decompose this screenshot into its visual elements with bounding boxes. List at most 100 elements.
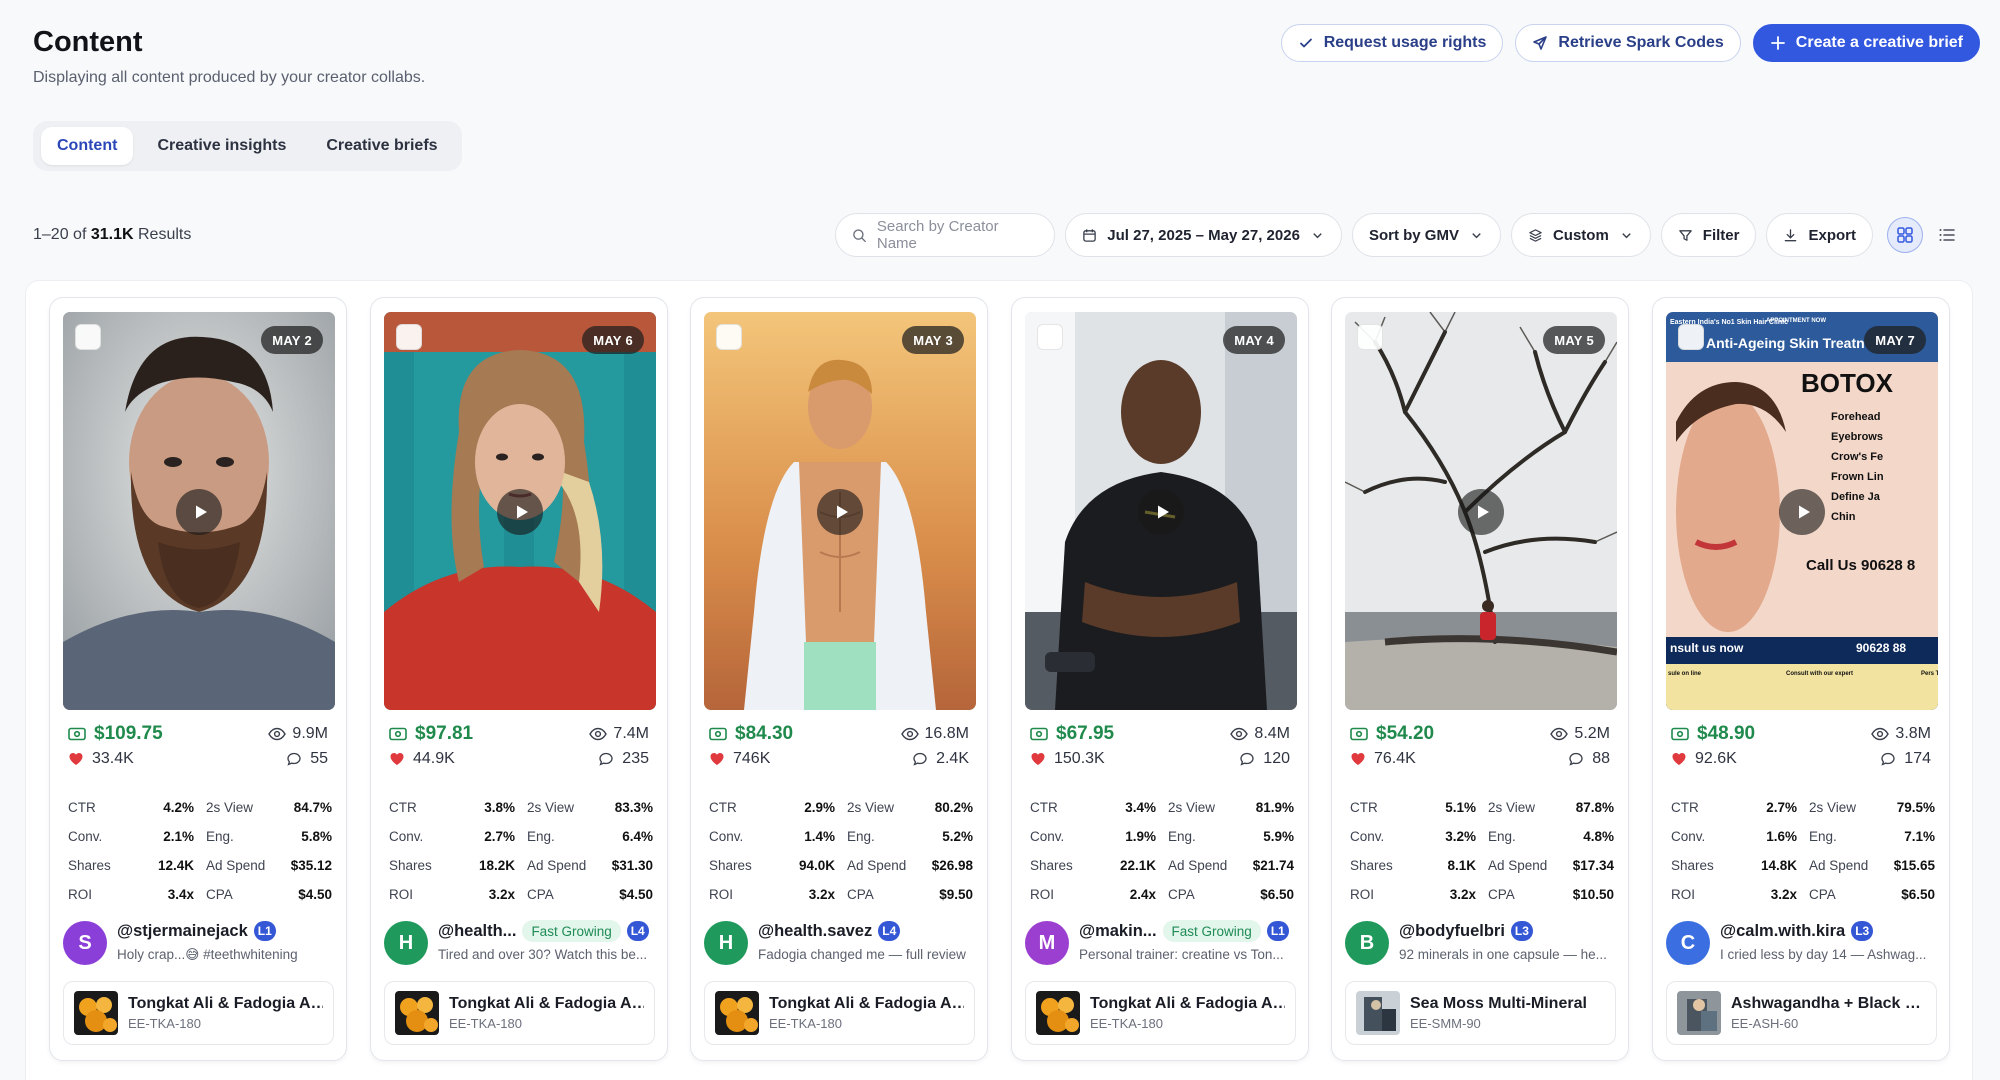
eye-icon <box>268 727 287 741</box>
handle-line: @health... Fast Growing L4 <box>438 919 655 943</box>
sort-dropdown[interactable]: Sort by GMV <box>1351 213 1501 257</box>
product-name: Tongkat Ali & Fadogia Ag... <box>449 995 644 1012</box>
play-icon <box>836 505 848 519</box>
metric-ad-spend: Ad Spend $26.98 <box>847 858 973 874</box>
page-subtitle: Displaying all content produced by your … <box>33 69 426 86</box>
content-card[interactable]: MAY 2 $109.75 9.9M 33.4K 55 CTR 4.2% 2s … <box>49 297 347 1061</box>
play-button[interactable] <box>1138 489 1184 535</box>
metric-label: CPA <box>1168 887 1195 902</box>
tab-creative-insights[interactable]: Creative insights <box>141 127 302 165</box>
metric-value: 81.9% <box>1255 800 1294 815</box>
metric-value: 3.2x <box>1449 887 1476 902</box>
product-name: Sea Moss Multi-Mineral <box>1410 995 1587 1012</box>
video-thumbnail[interactable]: Eastern India's No1 Skin Hair Clinic APP… <box>1666 312 1938 710</box>
content-card[interactable]: Eastern India's No1 Skin Hair Clinic APP… <box>1652 297 1950 1061</box>
video-thumbnail[interactable]: MAY 5 <box>1345 312 1617 710</box>
creator-handle[interactable]: @health... <box>438 922 516 941</box>
content-card[interactable]: MAY 5 $54.20 5.2M 76.4K 88 CTR 5.1% 2s V… <box>1331 297 1629 1061</box>
select-checkbox[interactable] <box>75 324 101 350</box>
gmv: $84.30 <box>709 723 793 745</box>
creator-info[interactable]: H @health... Fast Growing L4 Tired and o… <box>384 919 655 969</box>
play-button[interactable] <box>497 489 543 535</box>
comments: 88 <box>1568 750 1610 768</box>
creator-info[interactable]: H @health.savez L4 Fadogia changed me — … <box>704 919 975 969</box>
play-button[interactable] <box>817 489 863 535</box>
comments-value: 55 <box>310 750 328 767</box>
product-chip[interactable]: Tongkat Ali & Fadogia Ag... EE-TKA-180 <box>1025 981 1296 1045</box>
custom-columns-dropdown[interactable]: Custom <box>1510 213 1651 257</box>
product-thumbnail <box>395 991 439 1035</box>
filter-button[interactable]: Filter <box>1660 213 1757 257</box>
metric-value: $35.12 <box>290 858 332 873</box>
creator-info[interactable]: B @bodyfuelbri L3 92 minerals in one cap… <box>1345 919 1616 969</box>
product-chip[interactable]: Ashwagandha + Black Pe... EE-ASH-60 <box>1666 981 1937 1045</box>
list-view-button[interactable] <box>1929 217 1965 253</box>
content-tabs: Content Creative insights Creative brief… <box>33 121 462 171</box>
filter-label: Filter <box>1702 226 1740 244</box>
export-button[interactable]: Export <box>1766 213 1873 257</box>
ad-item-text: Chin <box>1831 511 1856 523</box>
video-thumbnail[interactable]: MAY 4 <box>1025 312 1297 710</box>
metric-ad-spend: Ad Spend $21.74 <box>1168 858 1294 874</box>
tab-content[interactable]: Content <box>41 127 134 165</box>
play-button[interactable] <box>1458 489 1504 535</box>
metric-value: 84.7% <box>293 800 332 815</box>
check-icon <box>1299 38 1312 48</box>
metric-cpa: CPA $10.50 <box>1488 887 1614 903</box>
product-chip[interactable]: Sea Moss Multi-Mineral EE-SMM-90 <box>1345 981 1616 1045</box>
content-card[interactable]: MAY 4 $67.95 8.4M 150.3K 120 CTR 3.4% 2s… <box>1011 297 1309 1061</box>
select-checkbox[interactable] <box>1678 324 1704 350</box>
select-checkbox[interactable] <box>1357 324 1383 350</box>
creator-handle[interactable]: @bodyfuelbri <box>1399 922 1505 941</box>
metric-ctr: CTR 3.8% <box>389 800 515 816</box>
send-icon <box>1533 36 1548 50</box>
content-card[interactable]: MAY 3 $84.30 16.8M 746K 2.4K CTR 2.9% 2s… <box>690 297 988 1061</box>
download-icon <box>1785 228 1797 241</box>
comments-value: 2.4K <box>936 750 969 767</box>
grid-view-button[interactable] <box>1887 217 1923 253</box>
creator-info[interactable]: S @stjermainejack L1 Holy crap...😅 #teet… <box>63 919 334 969</box>
create-creative-brief-button[interactable]: Create a creative brief <box>1752 24 1980 62</box>
search-input[interactable]: Search by Creator Name <box>835 213 1056 257</box>
metric-label: CPA <box>1488 887 1515 902</box>
metric-roi: ROI 3.2x <box>1671 887 1797 903</box>
metric-value: $26.98 <box>931 858 973 873</box>
play-button[interactable] <box>176 489 222 535</box>
product-chip[interactable]: Tongkat Ali & Fadogia Ag... EE-TKA-180 <box>704 981 975 1045</box>
creator-info[interactable]: C @calm.with.kira L3 I cried less by day… <box>1666 919 1937 969</box>
metric-cpa: CPA $6.50 <box>1809 887 1935 903</box>
content-card[interactable]: MAY 6 $97.81 7.4M 44.9K 235 CTR 3.8% 2s … <box>370 297 668 1061</box>
gmv: $54.20 <box>1350 723 1434 745</box>
creator-handle[interactable]: @health.savez <box>758 922 872 941</box>
metric-label: CPA <box>206 887 233 902</box>
toolbar: Search by Creator Name Jul 27, 2025 – Ma… <box>835 213 1965 257</box>
select-checkbox[interactable] <box>716 324 742 350</box>
comment-icon <box>599 752 613 766</box>
metric-label: Ad Spend <box>206 858 266 873</box>
creator-handle[interactable]: @calm.with.kira <box>1720 922 1845 941</box>
video-thumbnail[interactable]: MAY 6 <box>384 312 656 710</box>
select-checkbox[interactable] <box>1037 324 1063 350</box>
video-thumbnail[interactable]: MAY 3 <box>704 312 976 710</box>
product-chip[interactable]: Tongkat Ali & Fadogia Ag... EE-TKA-180 <box>384 981 655 1045</box>
creator-handle[interactable]: @makin... <box>1079 922 1157 941</box>
creator-info[interactable]: M @makin... Fast Growing L1 Personal tra… <box>1025 919 1296 969</box>
heart-icon <box>390 753 404 765</box>
video-thumbnail[interactable]: MAY 2 <box>63 312 335 710</box>
retrieve-spark-codes-button[interactable]: Retrieve Spark Codes <box>1515 24 1741 62</box>
request-usage-rights-button[interactable]: Request usage rights <box>1280 24 1504 62</box>
metric-value: $31.30 <box>611 858 653 873</box>
play-icon <box>195 505 207 519</box>
tab-creative-briefs[interactable]: Creative briefs <box>310 127 453 165</box>
metric-2s-view: 2s View 79.5% <box>1809 800 1935 816</box>
metric-eng: Eng. 7.1% <box>1809 829 1935 845</box>
product-chip[interactable]: Tongkat Ali & Fadogia Ag... EE-TKA-180 <box>63 981 334 1045</box>
metric-2s-view: 2s View 83.3% <box>527 800 653 816</box>
select-checkbox[interactable] <box>396 324 422 350</box>
metric-label: ROI <box>1671 887 1696 902</box>
date-range-picker[interactable]: Jul 27, 2025 – May 27, 2026 <box>1065 213 1342 257</box>
metric-value: $6.50 <box>1901 887 1935 902</box>
play-button[interactable] <box>1779 489 1825 535</box>
metric-value: $4.50 <box>619 887 653 902</box>
creator-handle[interactable]: @stjermainejack <box>117 922 248 941</box>
